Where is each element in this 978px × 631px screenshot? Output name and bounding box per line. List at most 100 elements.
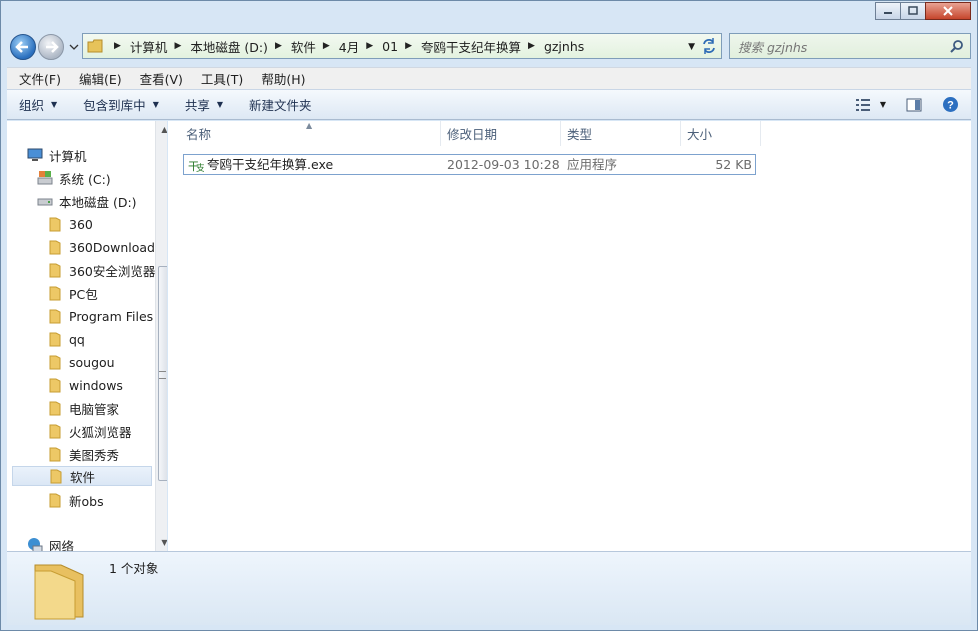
tree-item-folder[interactable]: 360安全浏览器 xyxy=(47,260,155,280)
tree-item-folder[interactable]: 美图秀秀 xyxy=(47,444,119,464)
nav-scrollbar[interactable]: ▲ ▼ xyxy=(155,121,167,551)
forward-button[interactable] xyxy=(38,34,64,60)
toolbar-right: ▼ ? xyxy=(843,96,959,113)
chevron-down-icon: ▼ xyxy=(879,100,886,109)
file-row[interactable]: 干支 夸鸥干支纪年换算.exe 2012-09-03 10:28 应用程序 52… xyxy=(183,154,756,175)
search-icon[interactable] xyxy=(950,39,964,53)
preview-pane-button[interactable] xyxy=(906,98,922,112)
column-type[interactable]: 类型 xyxy=(561,121,681,146)
back-button[interactable] xyxy=(10,34,36,60)
menu-view[interactable]: 查看(V) xyxy=(128,69,189,88)
system-drive-icon xyxy=(37,170,53,186)
scroll-grip-icon xyxy=(159,371,166,379)
search-input[interactable] xyxy=(736,37,945,57)
file-name: 夸鸥干支纪年换算.exe xyxy=(207,157,334,172)
network-icon xyxy=(27,537,43,551)
navigation-pane: 计算机 系统 (C:) 本地磁盘 (D:) 360 360Download 36… xyxy=(7,121,167,551)
menu-bar: 文件(F) 编辑(E) 查看(V) 工具(T) 帮助(H) xyxy=(7,67,971,89)
svg-text:支: 支 xyxy=(196,162,204,173)
application-icon: 干支 xyxy=(188,157,205,177)
back-arrow-icon xyxy=(15,41,28,53)
new-folder-button[interactable]: 新建文件夹 xyxy=(231,95,320,114)
details-pane: 1 个对象 xyxy=(7,551,971,625)
scroll-down-icon[interactable]: ▼ xyxy=(156,534,167,551)
tree-item-folder[interactable]: sougou xyxy=(47,352,115,372)
address-bar[interactable]: ▶ 计算机 ▶ 本地磁盘 (D:) ▶ 软件 ▶ 4月 ▶ 01 ▶ 夸鸥干支纪年换算 ▶ g… xyxy=(82,33,722,59)
minimize-icon xyxy=(884,12,892,14)
breadcrumb-separator-icon[interactable]: ▶ xyxy=(528,41,535,51)
drive-icon xyxy=(37,193,53,209)
tree-item-folder[interactable]: 新obs xyxy=(47,490,104,510)
share-button[interactable]: 共享 ▼ xyxy=(167,95,231,114)
maximize-button[interactable] xyxy=(900,2,926,20)
change-view-button[interactable]: ▼ xyxy=(855,98,886,112)
include-in-library-button[interactable]: 包含到库中 ▼ xyxy=(65,95,167,114)
breadcrumb-gzjnhs[interactable]: ▶ gzjnhs xyxy=(521,39,584,54)
menu-help[interactable]: 帮助(H) xyxy=(249,69,311,88)
folder-icon xyxy=(47,216,63,232)
folder-icon xyxy=(34,564,84,620)
breadcrumb-computer[interactable]: ▶ 计算机 xyxy=(107,37,167,56)
folder-icon xyxy=(47,308,63,324)
close-button[interactable] xyxy=(925,2,971,20)
breadcrumb-separator-icon[interactable]: ▶ xyxy=(366,41,373,51)
menu-edit[interactable]: 编辑(E) xyxy=(67,69,128,88)
svg-text:?: ? xyxy=(947,100,954,112)
computer-icon xyxy=(27,147,43,163)
tree-item-folder[interactable]: Program Files xyxy=(47,306,153,326)
chevron-down-icon: ▼ xyxy=(152,100,159,109)
refresh-icon[interactable] xyxy=(699,36,719,56)
help-button[interactable]: ? xyxy=(942,96,959,113)
breadcrumb-separator-icon[interactable]: ▶ xyxy=(174,41,181,51)
tree-item-network[interactable]: 网络 xyxy=(27,535,74,551)
tree-item-computer[interactable]: 计算机 xyxy=(27,145,87,165)
column-name[interactable]: 名称 xyxy=(180,121,441,146)
tree-item-folder-selected[interactable]: 软件 xyxy=(12,466,152,486)
breadcrumb-software[interactable]: ▶ 软件 xyxy=(268,37,316,56)
breadcrumb-separator-icon[interactable]: ▶ xyxy=(323,41,330,51)
folder-icon xyxy=(47,492,63,508)
help-icon: ? xyxy=(943,97,958,112)
breadcrumb-01[interactable]: ▶ 01 xyxy=(359,39,398,54)
caption-buttons xyxy=(875,2,971,20)
folder-icon xyxy=(48,468,64,484)
breadcrumb-drive-d[interactable]: ▶ 本地磁盘 (D:) xyxy=(167,37,268,56)
column-size[interactable]: 大小 xyxy=(681,121,761,146)
chevron-down-icon: ▼ xyxy=(51,100,58,109)
breadcrumb-separator-icon[interactable]: ▶ xyxy=(405,41,412,51)
tree-item-folder[interactable]: qq xyxy=(47,329,85,349)
folder-icon xyxy=(47,377,63,393)
address-history-dropdown-icon[interactable]: ▼ xyxy=(688,42,695,52)
tree-item-folder[interactable]: 360Download xyxy=(47,237,155,257)
breadcrumb-app-folder[interactable]: ▶ 夸鸥干支纪年换算 xyxy=(398,37,521,56)
breadcrumb-april[interactable]: ▶ 4月 xyxy=(316,37,359,56)
address-row: ▶ 计算机 ▶ 本地磁盘 (D:) ▶ 软件 ▶ 4月 ▶ 01 ▶ 夸鸥干支纪年换算 ▶ g… xyxy=(7,33,973,61)
close-icon xyxy=(943,6,953,16)
tree-item-folder[interactable]: 火狐浏览器 xyxy=(47,421,132,441)
tree-item-folder[interactable]: PC包 xyxy=(47,283,98,303)
tree-item-drive-d[interactable]: 本地磁盘 (D:) xyxy=(37,191,137,211)
menu-file[interactable]: 文件(F) xyxy=(7,69,67,88)
folder-icon xyxy=(47,400,63,416)
breadcrumb-separator-icon[interactable]: ▶ xyxy=(114,41,121,51)
scroll-up-icon[interactable]: ▲ xyxy=(156,121,167,138)
folder-icon xyxy=(47,331,63,347)
menu-tools[interactable]: 工具(T) xyxy=(189,69,249,88)
tree-item-folder[interactable]: windows xyxy=(47,375,123,395)
explorer-window: ▶ 计算机 ▶ 本地磁盘 (D:) ▶ 软件 ▶ 4月 ▶ 01 ▶ 夸鸥干支纪年换算 ▶ g… xyxy=(0,0,978,631)
folder-icon xyxy=(47,285,63,301)
file-type: 应用程序 xyxy=(567,157,618,172)
search-box xyxy=(729,33,971,59)
minimize-button[interactable] xyxy=(875,2,901,20)
folder-icon xyxy=(47,262,63,278)
tree-item-folder[interactable]: 360 xyxy=(47,214,93,234)
organize-button[interactable]: 组织 ▼ xyxy=(7,95,65,114)
command-bar: 组织 ▼ 包含到库中 ▼ 共享 ▼ 新建文件夹 ▼ ? xyxy=(7,89,971,120)
column-modified[interactable]: 修改日期 xyxy=(441,121,561,146)
recent-pages-dropdown-icon[interactable] xyxy=(69,42,79,52)
tree-item-drive-c[interactable]: 系统 (C:) xyxy=(37,168,111,188)
folder-icon xyxy=(87,39,103,53)
file-size: 52 KB xyxy=(715,157,752,172)
tree-item-folder[interactable]: 电脑管家 xyxy=(47,398,119,418)
breadcrumb-separator-icon[interactable]: ▶ xyxy=(275,41,282,51)
